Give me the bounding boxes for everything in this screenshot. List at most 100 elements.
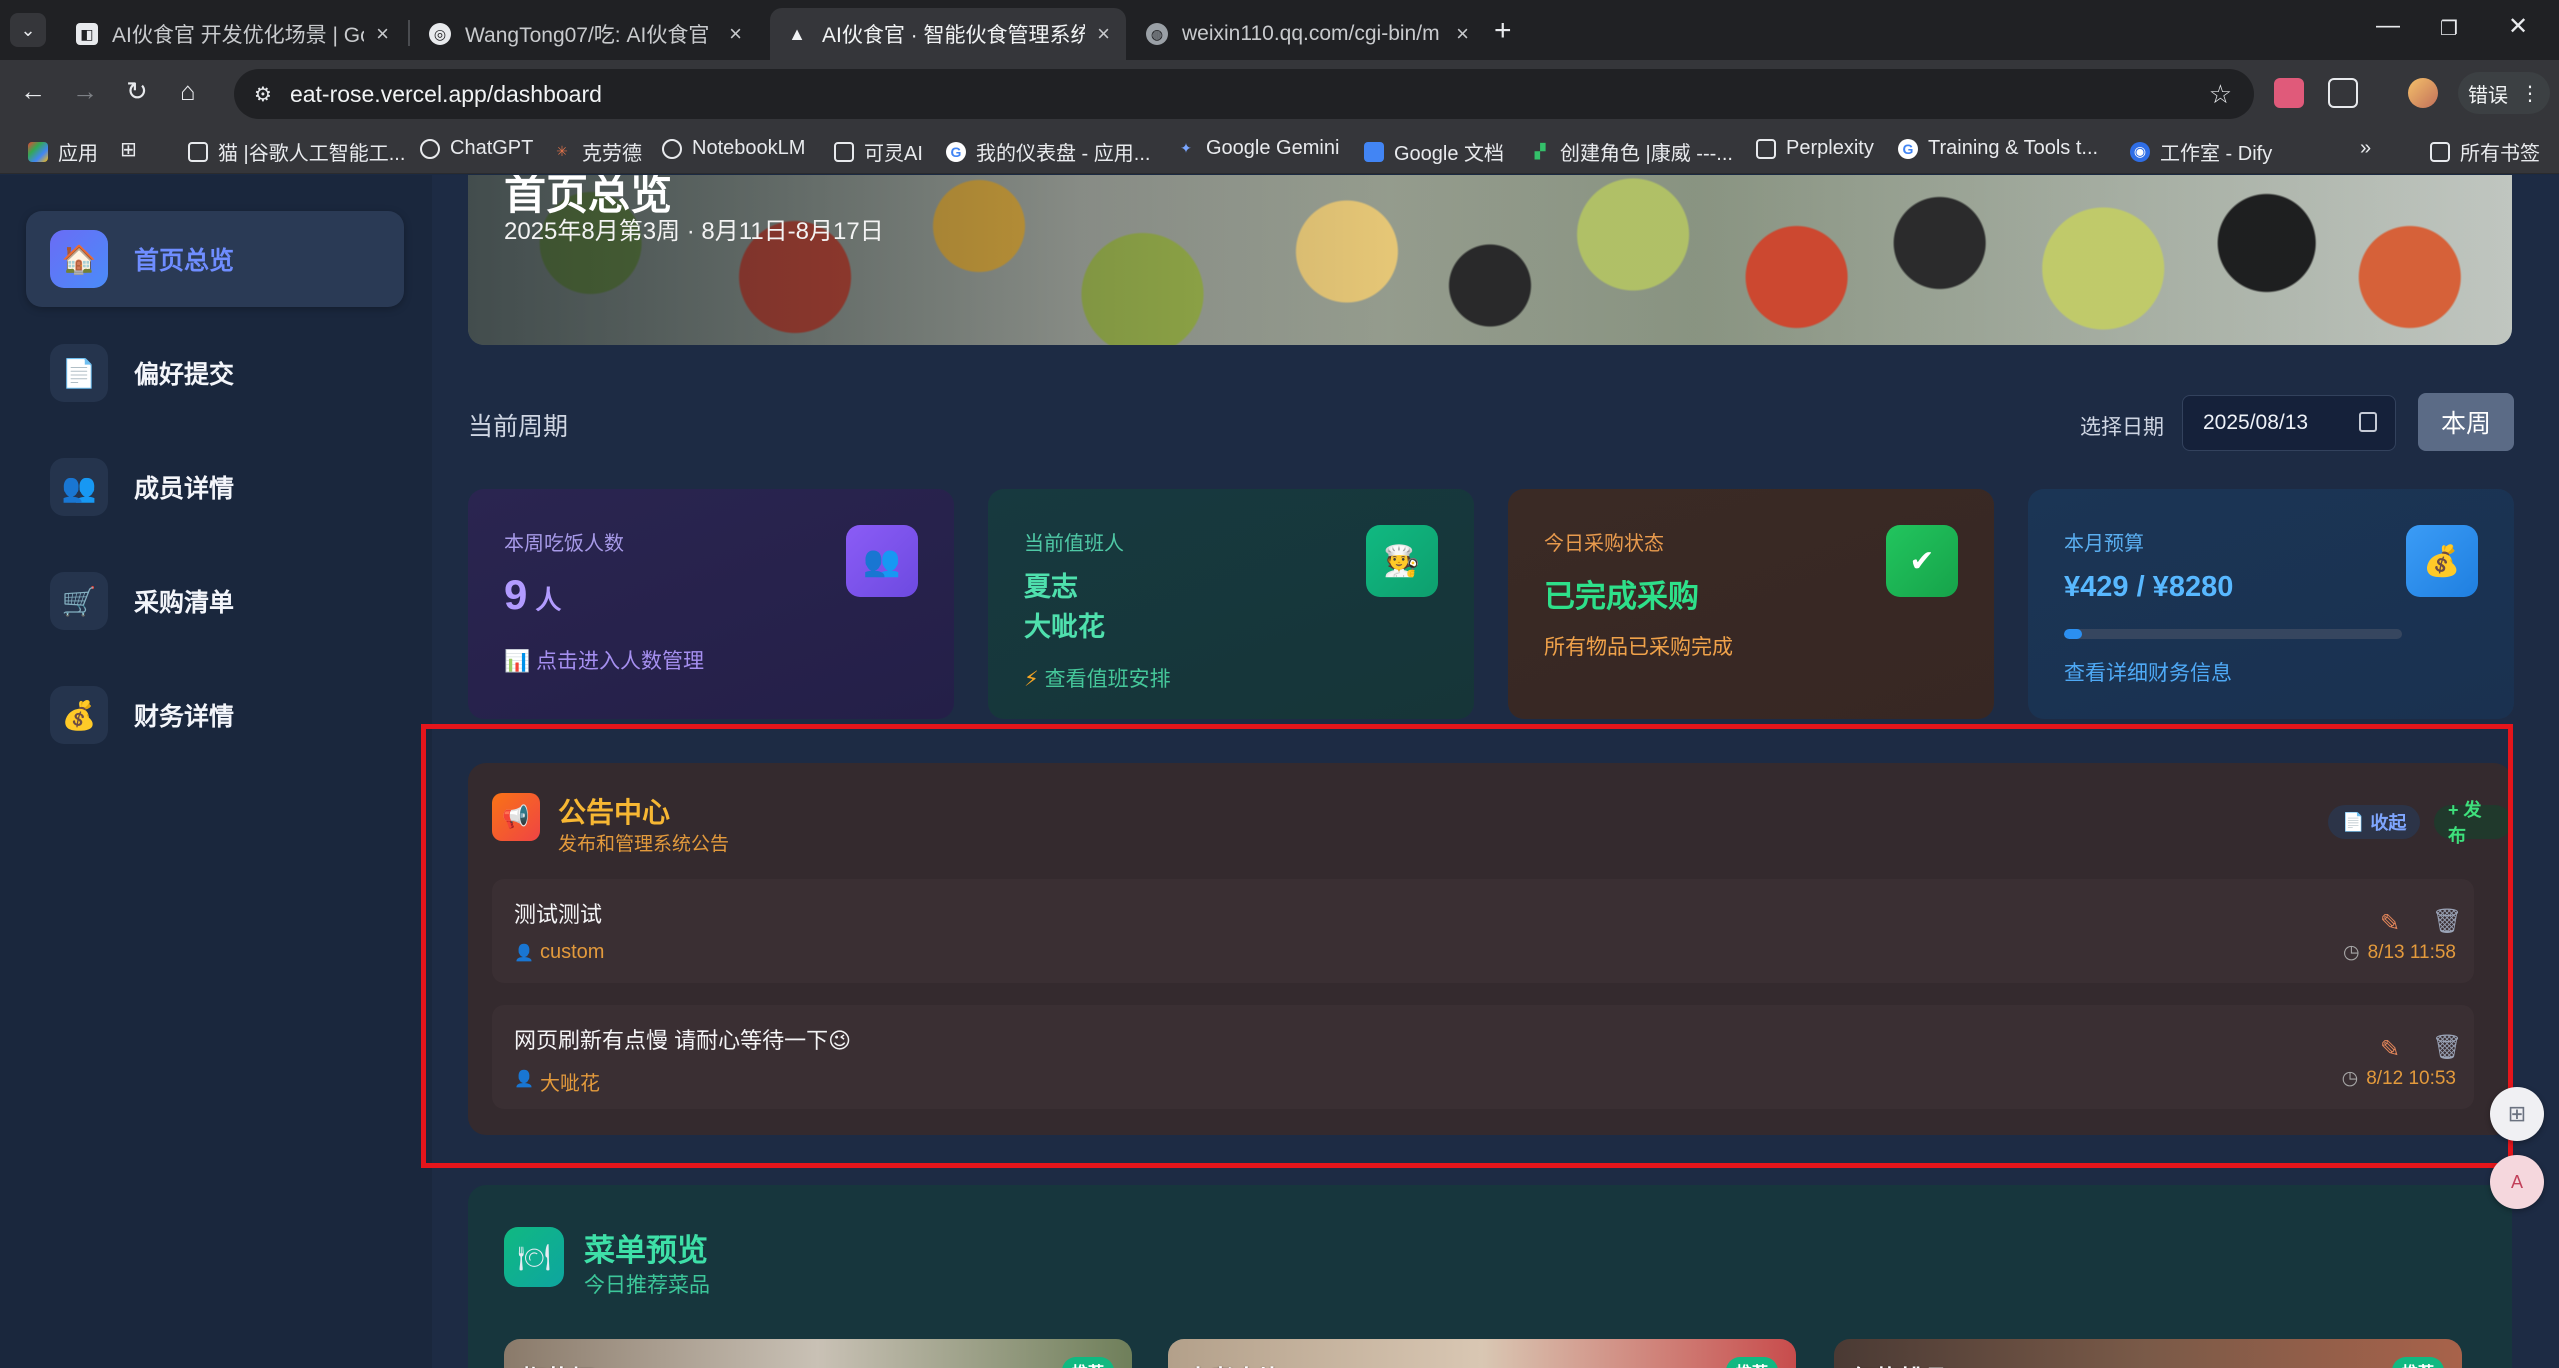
tab-close-icon[interactable]: × [1456,21,1469,47]
sidebar-item-dashboard[interactable]: 🏠 首页总览 [26,211,404,307]
browser-tab-3-active[interactable]: ▲ AI伙食官 · 智能伙食管理系统 × [770,8,1126,60]
tab-title: AI伙食官 开发优化场景 | Goog [112,24,364,47]
menu-subtitle: 今日推荐菜品 [584,1274,710,1297]
new-tab-button[interactable]: + [1494,14,1512,48]
sidebar-item-preferences[interactable]: 📄 偏好提交 [26,325,404,421]
home-icon[interactable]: ⌂ [180,76,196,107]
qr-code-icon[interactable]: ⊞ [2490,1087,2544,1141]
github-icon: ◎ [429,23,451,45]
browser-tab-4[interactable]: ◍ weixin110.qq.com/cgi-bin/m × [1130,8,1485,60]
sidebar-item-members[interactable]: 👥 成员详情 [26,439,404,535]
tab-title: weixin110.qq.com/cgi-bin/m [1182,22,1440,45]
tab-search-button[interactable]: ⌄ [10,13,46,47]
purchase-status: 已完成采购 [1544,579,1699,614]
bookmark-label: Google Gemini [1206,137,1340,159]
bookmark-item[interactable]: Perplexity [1756,137,1874,160]
document-icon: 📄 [50,344,108,402]
bookmark-item[interactable]: Google 文档 [1364,137,1504,166]
menu-preview: 🍽 菜单预览 今日推荐菜品 椒盐虾 推荐 水煮肉片 推荐 红烧排骨 推荐 [468,1185,2512,1368]
back-icon[interactable]: ← [20,76,46,107]
diners-card[interactable]: 本周吃饭人数 👥 9人 📊 点击进入人数管理 [468,489,954,719]
grid-icon[interactable]: ⊞ [120,137,137,162]
dish-name: 椒盐虾 [522,1359,594,1368]
address-bar[interactable]: ⚙ eat-rose.vercel.app/dashboard ☆ [234,69,2254,119]
google-icon: G [946,141,966,162]
claude-icon: ✳ [556,143,568,159]
budget-link[interactable]: 查看详细财务信息 [2064,657,2232,687]
recommend-badge: 推荐 [1725,1357,1778,1368]
translate-extension-icon[interactable] [2274,78,2304,108]
duty-card[interactable]: 当前值班人 🧑‍🍳 夏志 大呲花 ⚡ 查看值班安排 [988,489,1474,719]
bookmark-item[interactable]: G 我的仪表盘 - 应用... [946,137,1150,166]
diners-link[interactable]: 📊 点击进入人数管理 [504,645,704,675]
sidebar-item-finance[interactable]: 💰 财务详情 [26,667,404,763]
chef-icon: 🧑‍🍳 [1366,525,1438,597]
minimize-icon[interactable]: — [2376,12,2400,40]
duty-link[interactable]: ⚡ 查看值班安排 [1024,663,1171,693]
app-viewport: 🏠 首页总览 📄 偏好提交 👥 成员详情 🛒 采购清单 💰 财务详情 首页总览 … [0,175,2559,1368]
bookmark-label: 所有书签 [2460,143,2540,165]
bookmark-item[interactable]: ✳ 克劳德 [552,137,642,166]
window-close-icon[interactable]: ✕ [2508,12,2528,41]
kling-icon [834,141,854,162]
bookmark-item[interactable]: ◉ 工作室 - Dify [2130,137,2272,166]
tab-favicon-icon: ◧ [76,23,98,45]
bookmark-item[interactable]: G Training & Tools t... [1898,137,2098,160]
all-bookmarks[interactable]: 所有书签 [2430,137,2540,166]
date-picker-input[interactable]: 2025/08/13 [2182,395,2396,451]
forward-icon[interactable]: → [72,76,98,107]
bookmark-star-icon[interactable]: ☆ [2209,79,2232,110]
dish-card[interactable]: 红烧排骨 推荐 [1834,1339,2462,1368]
dish-name: 红烧排骨 [1852,1359,1948,1368]
bookmark-item[interactable]: ChatGPT [420,137,533,160]
bookmark-apps[interactable]: 应用 [28,137,98,166]
bookmark-item[interactable]: 可灵AI [834,137,923,166]
bookmark-label: ChatGPT [450,137,534,159]
translate-icon[interactable]: A [2490,1155,2544,1209]
dish-card[interactable]: 水煮肉片 推荐 [1168,1339,1796,1368]
extensions-icon[interactable] [2328,78,2358,108]
convai-icon: ▞ [1534,143,1546,159]
bookmark-item[interactable]: ✦ Google Gemini [1176,137,1339,160]
recommend-badge: 推荐 [1061,1357,1114,1368]
this-week-button[interactable]: 本周 [2418,393,2514,451]
bookmark-item[interactable]: NotebookLM [662,137,805,160]
browser-tab-1[interactable]: ◧ AI伙食官 开发优化场景 | Goog × [60,8,405,60]
purchase-card[interactable]: 今日采购状态 ✔ 已完成采购 所有物品已采购完成 [1508,489,1994,719]
browser-tab-bar: ⌄ ◧ AI伙食官 开发优化场景 | Goog × ◎ WangTong07/吃… [0,0,2559,60]
bookmark-item[interactable]: ▞ 创建角色 |康威 ---... [1530,137,1733,166]
money-bag-icon: 💰 [2406,525,2478,597]
tab-separator [408,20,410,46]
url-text[interactable]: eat-rose.vercel.app/dashboard [290,81,602,108]
sidebar-item-shopping[interactable]: 🛒 采购清单 [26,553,404,649]
hero-overlay [468,175,2512,345]
profile-error-button[interactable]: 错误 ⋮ [2458,72,2550,114]
sidebar: 🏠 首页总览 📄 偏好提交 👥 成员详情 🛒 采购清单 💰 财务详情 [0,175,432,1368]
purchase-status-detail: 所有物品已采购完成 [1544,636,1733,659]
tab-close-icon[interactable]: × [1097,21,1110,47]
avatar[interactable] [2408,78,2438,108]
diners-value: 9 [504,571,528,618]
main-content: 首页总览 2025年8月第3周 · 8月11日-8月17日 当前周期 选择日期 … [421,175,2559,1368]
budget-card[interactable]: 本月预算 💰 ¥429 / ¥8280 查看详细财务信息 [2028,489,2514,719]
sidebar-item-label: 成员详情 [134,475,235,503]
browser-tab-2[interactable]: ◎ WangTong07/吃: AI伙食官 × [413,8,758,60]
sidebar-item-label: 首页总览 [134,247,235,275]
more-menu-icon: ⋮ [2520,82,2540,105]
more-bookmarks-icon[interactable]: » [2360,137,2371,160]
reload-icon[interactable]: ↻ [126,76,148,107]
card-label: 本周吃饭人数 [504,533,624,555]
restore-icon[interactable]: ❐ [2440,16,2458,41]
tab-close-icon[interactable]: × [376,21,389,47]
tab-close-icon[interactable]: × [729,21,742,47]
budget-value: ¥429 / ¥8280 [2064,571,2234,603]
chart-icon: 📊 [504,650,531,673]
calendar-icon[interactable] [2359,412,2377,432]
sidebar-item-label: 偏好提交 [134,361,235,389]
site-info-icon[interactable]: ⚙ [254,82,272,107]
bookmark-item[interactable]: 猫 |谷歌人工智能工... [188,137,405,166]
hero-banner: 首页总览 2025年8月第3周 · 8月11日-8月17日 [468,175,2512,345]
tab-title: AI伙食官 · 智能伙食管理系统 [822,24,1086,47]
recommend-badge: 推荐 [2391,1357,2444,1368]
dish-card[interactable]: 椒盐虾 推荐 [504,1339,1132,1368]
